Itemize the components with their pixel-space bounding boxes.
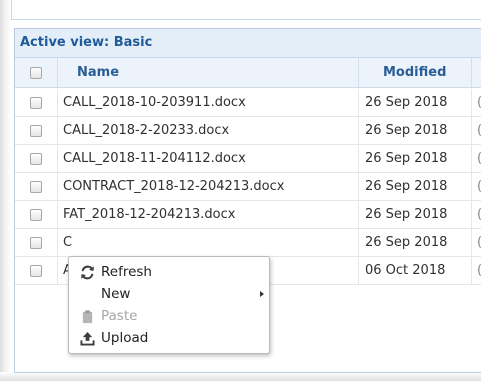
menu-item-label: Upload [101,330,149,346]
row-checkbox[interactable] [30,209,42,221]
submenu-arrow-icon [260,291,264,297]
file-name[interactable]: CALL_2018-2-20233.docx [58,117,359,144]
column-extra-header[interactable] [472,58,481,87]
window-shadow-bottom [0,372,481,381]
file-modified: 26 Sep 2018 [359,201,472,228]
column-name-header[interactable]: Name [58,58,359,87]
menu-item-refresh[interactable]: Refresh [69,261,269,283]
table-row[interactable]: CONTRACT_2018-12-204213.docx 26 Sep 2018… [15,173,481,201]
menu-item-new[interactable]: New [69,283,269,305]
table-row[interactable]: CALL_2018-10-203911.docx 26 Sep 2018 ( [15,89,481,117]
row-checkbox[interactable] [30,97,42,109]
file-extra: ( [472,89,481,116]
file-modified: 06 Oct 2018 [359,257,472,284]
row-checkbox[interactable] [30,265,42,277]
file-modified: 26 Sep 2018 [359,145,472,172]
toolbar-strip [11,0,481,20]
paste-icon [80,309,95,324]
file-extra: ( [472,201,481,228]
table-row[interactable]: CALL_2018-2-20233.docx 26 Sep 2018 ( [15,117,481,145]
table-row[interactable]: FAT_2018-12-204213.docx 26 Sep 2018 ( [15,201,481,229]
file-extra: ( [472,173,481,200]
upload-icon [80,331,95,346]
file-modified: 26 Sep 2018 [359,229,472,256]
row-checkbox[interactable] [30,125,42,137]
column-header-row: Name Modified [15,58,481,88]
file-extra: ( [472,145,481,172]
window-shadow-left [0,0,11,381]
select-all-checkbox[interactable] [30,67,42,79]
file-manager-screen: Active view: Basic Name Modified CALL_20… [0,0,481,381]
select-all-cell [15,58,58,87]
row-checkbox[interactable] [30,237,42,249]
column-modified-header[interactable]: Modified [359,58,472,87]
menu-item-label: Paste [101,308,138,324]
file-name[interactable]: FAT_2018-12-204213.docx [58,201,359,228]
file-modified: 26 Sep 2018 [359,89,472,116]
file-extra: ( [472,117,481,144]
menu-item-label: New [101,286,131,302]
file-extra: ( [472,257,481,284]
menu-item-label: Refresh [101,264,152,280]
table-row[interactable]: CALL_2018-11-204112.docx 26 Sep 2018 ( [15,145,481,173]
file-name[interactable]: CALL_2018-10-203911.docx [58,89,359,116]
row-checkbox[interactable] [30,181,42,193]
file-extra: ( [472,229,481,256]
file-name[interactable]: CONTRACT_2018-12-204213.docx [58,173,359,200]
file-name[interactable]: CALL_2018-11-204112.docx [58,145,359,172]
active-view-label: Active view: Basic [15,29,481,58]
menu-item-paste[interactable]: Paste [69,305,269,327]
menu-item-upload[interactable]: Upload [69,327,269,349]
row-checkbox[interactable] [30,153,42,165]
file-name[interactable]: C [58,229,359,256]
file-modified: 26 Sep 2018 [359,117,472,144]
refresh-icon [80,265,95,280]
file-modified: 26 Sep 2018 [359,173,472,200]
context-menu: Refresh New Paste Upload [68,256,270,354]
table-row[interactable]: C 26 Sep 2018 ( [15,229,481,257]
